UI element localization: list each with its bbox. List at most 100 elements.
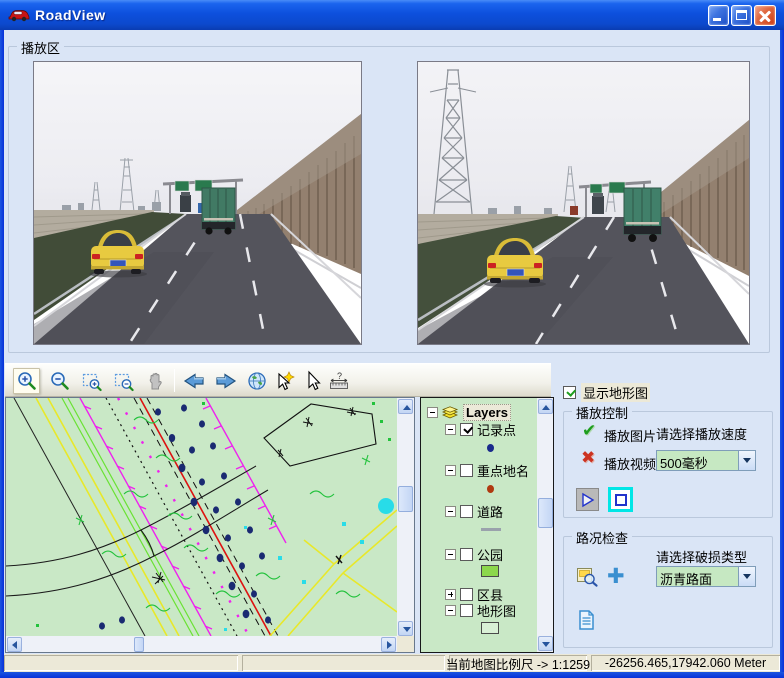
damage-type-hint: 请选择破损类型 bbox=[656, 547, 747, 566]
maximize-button[interactable] bbox=[731, 5, 752, 26]
collapse-icon[interactable] bbox=[445, 506, 456, 517]
damage-type-combobox[interactable]: 沥青路面 bbox=[656, 566, 756, 587]
collapse-icon[interactable] bbox=[445, 465, 456, 476]
close-button[interactable] bbox=[754, 5, 776, 26]
identify-button[interactable] bbox=[271, 368, 298, 394]
layer-node-record-points[interactable]: 记录点 bbox=[445, 421, 516, 437]
zoom-out-box-button[interactable] bbox=[110, 368, 137, 394]
play-button[interactable] bbox=[576, 488, 599, 511]
play-video-x-icon[interactable]: ✖ bbox=[581, 448, 595, 468]
layers-root-node[interactable]: Layers bbox=[427, 404, 511, 420]
stop-square-icon bbox=[615, 494, 627, 506]
scrollbar-corner bbox=[397, 636, 414, 652]
layers-stack-icon bbox=[442, 406, 459, 419]
collapse-icon[interactable] bbox=[445, 549, 456, 560]
scroll-left-arrow[interactable] bbox=[7, 637, 22, 652]
layer-label[interactable]: 记录点 bbox=[477, 420, 516, 439]
play-image-check-icon[interactable]: ✔ bbox=[582, 421, 596, 441]
toolbar-separator bbox=[174, 369, 175, 392]
layer-node-key-places[interactable]: 重点地名 bbox=[445, 462, 529, 478]
damage-type-value: 沥青路面 bbox=[660, 569, 712, 588]
map-toolbar: ? bbox=[5, 363, 551, 397]
speed-value: 500毫秒 bbox=[660, 453, 708, 472]
scroll-up-arrow[interactable] bbox=[538, 399, 553, 414]
car-icon bbox=[8, 7, 30, 23]
map-view[interactable] bbox=[5, 397, 415, 653]
scroll-right-arrow[interactable] bbox=[381, 637, 396, 652]
map-coordinates-text: -26256.465,17942.060 Meter bbox=[605, 656, 766, 670]
report-document-icon[interactable] bbox=[578, 610, 595, 631]
prev-arrow-icon bbox=[182, 370, 206, 392]
stop-button[interactable] bbox=[608, 487, 633, 512]
prev-record-button[interactable] bbox=[180, 368, 207, 394]
layers-root-label[interactable]: Layers bbox=[463, 404, 511, 421]
combo-dropdown-arrow[interactable] bbox=[738, 451, 755, 470]
playback-control-group: 播放控制 ✔ 播放图片 请选择播放速度 ✖ 播放视频 500毫秒 bbox=[563, 411, 773, 518]
combo-dropdown-arrow[interactable] bbox=[738, 567, 755, 586]
titlebar[interactable]: RoadView bbox=[0, 0, 784, 30]
layer-label[interactable]: 重点地名 bbox=[477, 461, 529, 480]
add-record-plus-icon[interactable]: ✚ bbox=[607, 564, 625, 589]
collapse-icon[interactable] bbox=[427, 407, 438, 418]
scroll-down-arrow[interactable] bbox=[538, 636, 553, 651]
layer-checkbox[interactable] bbox=[460, 548, 473, 561]
map-canvas[interactable] bbox=[6, 398, 397, 636]
window-title: RoadView bbox=[35, 7, 106, 23]
play-image-label[interactable]: 播放图片 bbox=[604, 426, 656, 445]
layer-checkbox[interactable] bbox=[460, 464, 473, 477]
status-coordinates-panel: -26256.465,17942.060 Meter bbox=[591, 655, 780, 671]
layers-tree-panel: Layers 记录点 重点地名 道路 公园 区县 bbox=[420, 397, 554, 653]
zoom-in-magnifier-icon bbox=[16, 370, 38, 392]
tree-vscroll-thumb[interactable] bbox=[538, 498, 553, 528]
select-cursor-button[interactable] bbox=[299, 368, 326, 394]
full-extent-globe-icon bbox=[246, 370, 268, 392]
roadview-window: RoadView 播放区 bbox=[0, 0, 784, 678]
map-scale-text: 当前地图比例尺 -> 1:1259 bbox=[446, 654, 590, 673]
map-hscroll-thumb[interactable] bbox=[134, 637, 144, 652]
layer-checkbox[interactable] bbox=[460, 604, 473, 617]
full-extent-button[interactable] bbox=[243, 368, 270, 394]
zoom-in-button[interactable] bbox=[13, 368, 40, 394]
zoom-out-button[interactable] bbox=[46, 368, 73, 394]
map-vscroll-thumb[interactable] bbox=[398, 486, 413, 512]
pan-hand-icon bbox=[145, 370, 167, 392]
layer-checkbox[interactable] bbox=[460, 588, 473, 601]
layer-label[interactable]: 道路 bbox=[477, 502, 503, 521]
show-terrain-checkbox-row[interactable]: 显示地形图 bbox=[563, 383, 650, 402]
layer-label[interactable]: 地形图 bbox=[477, 601, 516, 620]
measure-button[interactable]: ? bbox=[325, 368, 352, 394]
play-triangle-icon bbox=[580, 492, 596, 508]
measure-ruler-icon: ? bbox=[327, 370, 351, 392]
layer-checkbox[interactable] bbox=[460, 505, 473, 518]
collapse-icon[interactable] bbox=[445, 424, 456, 435]
layer-node-terrain[interactable]: 地形图 bbox=[445, 602, 516, 618]
brown-dot-symbol bbox=[487, 485, 494, 493]
show-terrain-checkbox[interactable] bbox=[563, 386, 576, 399]
zoom-in-box-button[interactable] bbox=[78, 368, 105, 394]
map-vertical-scrollbar[interactable] bbox=[397, 398, 414, 637]
speed-combobox[interactable]: 500毫秒 bbox=[656, 450, 756, 471]
minimize-button[interactable] bbox=[708, 5, 729, 26]
gray-line-symbol bbox=[481, 528, 501, 531]
collapse-icon[interactable] bbox=[445, 605, 456, 616]
status-panel-empty-2 bbox=[242, 655, 445, 671]
playback-control-title: 播放控制 bbox=[572, 403, 632, 422]
layer-node-roads[interactable]: 道路 bbox=[445, 503, 503, 519]
scroll-up-arrow[interactable] bbox=[398, 399, 413, 414]
speed-hint-label: 请选择播放速度 bbox=[656, 424, 747, 443]
next-record-button[interactable] bbox=[212, 368, 239, 394]
select-cursor-icon bbox=[302, 370, 324, 392]
play-video-label[interactable]: 播放视频 bbox=[604, 454, 656, 473]
window-border-left bbox=[0, 30, 4, 673]
preview-search-icon[interactable] bbox=[576, 566, 599, 588]
pan-button[interactable] bbox=[142, 368, 169, 394]
map-horizontal-scrollbar[interactable] bbox=[6, 636, 397, 652]
zoom-out-box-icon bbox=[113, 370, 135, 392]
tree-vertical-scrollbar[interactable] bbox=[537, 398, 553, 652]
pale-green-rect-symbol bbox=[481, 622, 499, 634]
scroll-down-arrow[interactable] bbox=[398, 621, 413, 636]
layer-node-parks[interactable]: 公园 bbox=[445, 546, 503, 562]
layer-label[interactable]: 公园 bbox=[477, 545, 503, 564]
layer-checkbox[interactable] bbox=[460, 423, 473, 436]
expand-icon[interactable] bbox=[445, 589, 456, 600]
